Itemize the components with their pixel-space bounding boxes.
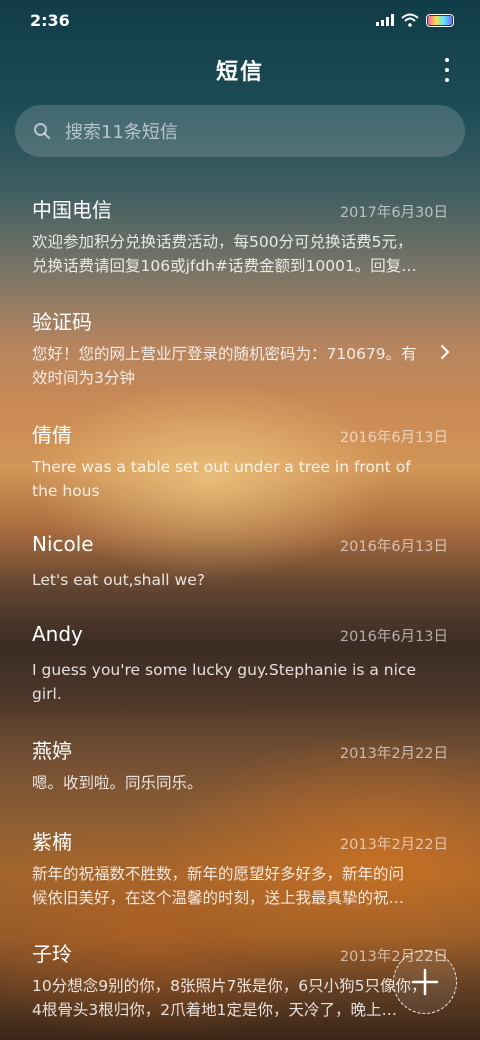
message-sender: Nicole [32, 532, 94, 556]
message-sender: 中国电信 [32, 198, 112, 222]
header: 短信 [0, 48, 480, 92]
message-date: 2016年6月13日 [339, 539, 448, 555]
message-sender: 倩倩 [32, 423, 72, 447]
message-date: 2017年6月30日 [339, 205, 448, 221]
list-item[interactable]: 验证码 您好！您的网上营业厅登录的随机密码为：710679。有 效时间为3分钟 [0, 306, 480, 390]
chevron-right-icon [441, 345, 449, 359]
message-sender: 验证码 [32, 310, 92, 334]
list-item[interactable]: 紫楠 2013年2月22日 新年的祝福数不胜数，新年的愿望好多好多，新年的问 候依… [0, 826, 480, 910]
search-icon [34, 123, 50, 139]
list-item[interactable]: 燕婷 2013年2月22日 嗯。收到啦。同乐同乐。 [0, 735, 480, 795]
message-date: 2016年6月13日 [339, 629, 448, 645]
list-item[interactable]: Andy 2016年6月13日 I guess you're some lucky… [0, 622, 480, 706]
new-message-button[interactable] [393, 950, 457, 1014]
message-sender: 紫楠 [32, 830, 72, 854]
message-sender: 子玲 [32, 942, 72, 966]
message-date: 2016年6月13日 [339, 430, 448, 446]
plus-icon [411, 968, 439, 996]
message-sender: 燕婷 [32, 739, 72, 763]
search-input[interactable]: 搜索11条短信 [15, 105, 465, 157]
message-date: 2013年2月22日 [339, 746, 448, 762]
message-preview: 欢迎参加积分兑换话费活动，每500分可兑换话费5元， 兑换话费请回复106或jf… [32, 233, 417, 275]
message-preview: I guess you're some lucky guy.Stephanie … [32, 661, 416, 703]
battery-fill [428, 15, 452, 25]
page-title: 短信 [215, 60, 264, 85]
battery-icon [426, 13, 454, 27]
search-placeholder: 搜索11条短信 [65, 122, 178, 143]
message-preview: 10分想念9别的你，8张照片7张是你，6只小狗5只像你， 4根骨头3根归你，2爪… [32, 977, 427, 1019]
message-preview: Let's eat out,shall we? [32, 571, 205, 589]
list-item[interactable]: 倩倩 2016年6月13日 There was a table set out u… [0, 419, 480, 503]
status-bar: 2:36 [0, 0, 480, 40]
message-preview: 嗯。收到啦。同乐同乐。 [32, 774, 203, 792]
list-item[interactable]: Nicole 2016年6月13日 Let's eat out,shall we? [0, 532, 480, 592]
message-preview: 新年的祝福数不胜数，新年的愿望好多好多，新年的问 候依旧美好，在这个温馨的时刻，… [32, 865, 405, 907]
message-sender: Andy [32, 622, 83, 646]
message-preview: 您好！您的网上营业厅登录的随机密码为：710679。有 效时间为3分钟 [32, 345, 417, 387]
message-preview: There was a table set out under a tree i… [32, 458, 411, 500]
message-date: 2013年2月22日 [339, 837, 448, 853]
status-time: 2:36 [30, 10, 70, 30]
wifi-icon [401, 13, 419, 27]
signal-icon [376, 14, 394, 26]
status-icons [376, 13, 454, 27]
list-item[interactable]: 中国电信 2017年6月30日 欢迎参加积分兑换话费活动，每500分可兑换话费5元… [0, 194, 480, 278]
more-vertical-icon[interactable] [442, 58, 452, 82]
